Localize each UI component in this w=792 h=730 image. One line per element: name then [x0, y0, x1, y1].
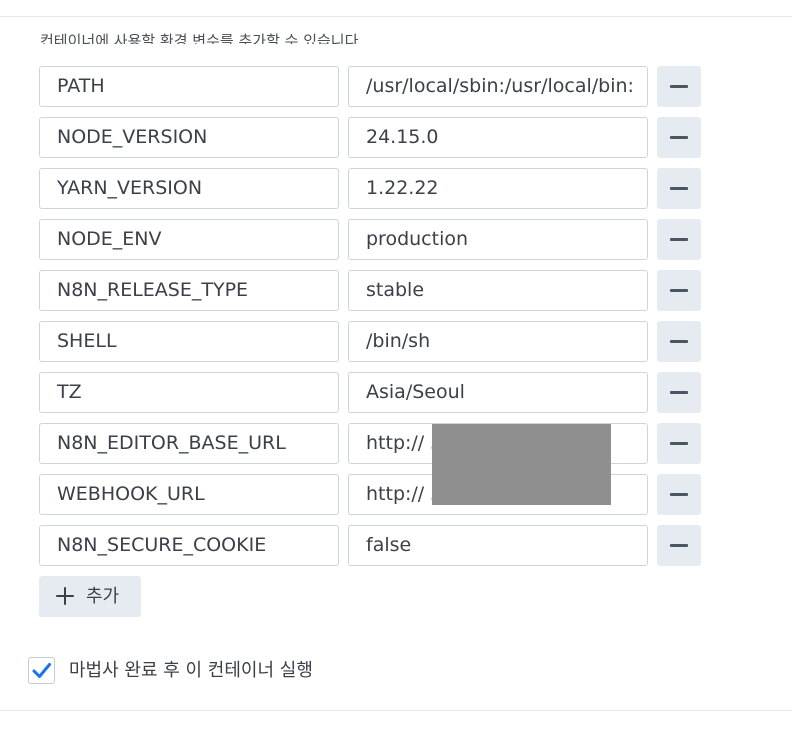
env-value-input[interactable]: production: [348, 219, 648, 260]
env-value-input[interactable]: stable: [348, 270, 648, 311]
top-divider: [0, 16, 792, 17]
env-vars-panel: 컨테이너에 사용할 환경 변수를 추가할 수 있습니다. PATH /usr/l…: [0, 0, 792, 730]
minus-icon: [670, 187, 688, 190]
env-key-input[interactable]: N8N_SECURE_COOKIE: [39, 525, 339, 566]
minus-icon: [670, 391, 688, 394]
env-key-input[interactable]: PATH: [39, 66, 339, 107]
env-key-input[interactable]: N8N_RELEASE_TYPE: [39, 270, 339, 311]
env-key-input[interactable]: SHELL: [39, 321, 339, 362]
remove-env-button[interactable]: [657, 474, 701, 515]
remove-env-button[interactable]: [657, 219, 701, 260]
env-value-input[interactable]: /bin/sh: [348, 321, 648, 362]
remove-env-button[interactable]: [657, 270, 701, 311]
run-after-wizard-label: 마법사 완료 후 이 컨테이너 실행: [69, 660, 313, 681]
minus-icon: [670, 340, 688, 343]
env-value-input[interactable]: /usr/local/sbin:/usr/local/bin:/usr/sbin…: [348, 66, 648, 107]
minus-icon: [670, 493, 688, 496]
minus-icon: [670, 442, 688, 445]
minus-icon: [670, 289, 688, 292]
env-value-input[interactable]: false: [348, 525, 648, 566]
section-description: 컨테이너에 사용할 환경 변수를 추가할 수 있습니다.: [40, 32, 364, 44]
remove-env-button[interactable]: [657, 168, 701, 209]
remove-env-button[interactable]: [657, 372, 701, 413]
plus-icon: [56, 587, 74, 605]
minus-icon: [670, 238, 688, 241]
minus-icon: [670, 136, 688, 139]
redaction-block: [432, 424, 611, 505]
env-value-input[interactable]: 1.22.22: [348, 168, 648, 209]
remove-env-button[interactable]: [657, 66, 701, 107]
minus-icon: [670, 85, 688, 88]
env-key-input[interactable]: N8N_EDITOR_BASE_URL: [39, 423, 339, 464]
remove-env-button[interactable]: [657, 423, 701, 464]
env-value-input[interactable]: 24.15.0: [348, 117, 648, 158]
env-key-input[interactable]: NODE_VERSION: [39, 117, 339, 158]
env-key-input[interactable]: YARN_VERSION: [39, 168, 339, 209]
remove-env-button[interactable]: [657, 525, 701, 566]
run-after-wizard-checkbox[interactable]: [28, 657, 55, 684]
env-value-input[interactable]: Asia/Seoul: [348, 372, 648, 413]
env-key-input[interactable]: TZ: [39, 372, 339, 413]
add-env-button[interactable]: 추가: [39, 576, 141, 617]
bottom-divider: [0, 710, 792, 711]
checkmark-icon: [32, 663, 51, 678]
env-key-input[interactable]: WEBHOOK_URL: [39, 474, 339, 515]
remove-env-button[interactable]: [657, 117, 701, 158]
env-key-input[interactable]: NODE_ENV: [39, 219, 339, 260]
minus-icon: [670, 544, 688, 547]
remove-env-button[interactable]: [657, 321, 701, 362]
